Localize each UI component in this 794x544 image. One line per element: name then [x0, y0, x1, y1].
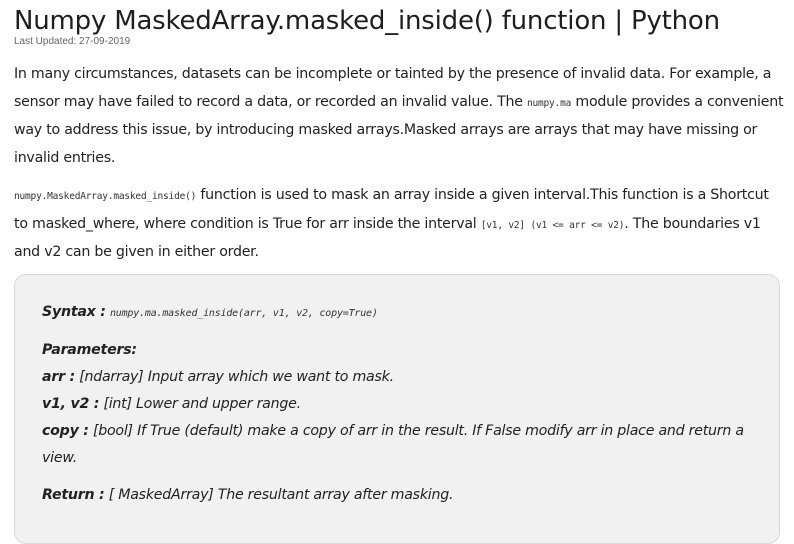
inline-code-interval: [v1, v2] (v1 <= arr <= v2) — [480, 219, 625, 231]
syntax-box-content: Syntax : numpy.ma.masked_inside(arr, v1,… — [42, 299, 759, 509]
inline-code-numpy-ma: numpy.ma — [526, 97, 572, 109]
return-label: Return : — [42, 487, 105, 503]
function-description: numpy.MaskedArray.masked_inside() functi… — [14, 182, 784, 267]
syntax-label: Syntax : — [42, 304, 106, 320]
param-name: arr : — [42, 369, 75, 385]
syntax-code: numpy.ma.masked_inside(arr, v1, v2, copy… — [109, 308, 378, 319]
param-desc: [bool] If True (default) make a copy of … — [42, 423, 744, 466]
page-title: Numpy MaskedArray.masked_inside() functi… — [14, 6, 720, 36]
param-desc: [ndarray] Input array which we want to m… — [79, 369, 394, 385]
inline-code-function: numpy.MaskedArray.masked_inside() — [14, 191, 197, 202]
syntax-line: Syntax : numpy.ma.masked_inside(arr, v1,… — [42, 299, 759, 327]
param-desc: [int] Lower and upper range. — [103, 396, 301, 412]
param-v1-v2: v1, v2 : [int] Lower and upper range. — [42, 391, 759, 418]
param-copy: copy : [bool] If True (default) make a c… — [42, 418, 759, 472]
param-name: copy : — [42, 423, 89, 439]
article: Numpy MaskedArray.masked_inside() functi… — [14, 0, 784, 267]
syntax-box: Syntax : numpy.ma.masked_inside(arr, v1,… — [14, 274, 780, 544]
return-line: Return : [ MaskedArray] The resultant ar… — [42, 482, 759, 509]
return-desc: [ MaskedArray] The resultant array after… — [108, 487, 454, 503]
param-arr: arr : [ndarray] Input array which we wan… — [42, 364, 759, 391]
param-name: v1, v2 : — [42, 396, 100, 412]
parameters-label: Parameters: — [42, 342, 137, 358]
parameters-heading: Parameters: — [42, 337, 759, 364]
intro-paragraph: In many circumstances, datasets can be i… — [14, 61, 784, 172]
